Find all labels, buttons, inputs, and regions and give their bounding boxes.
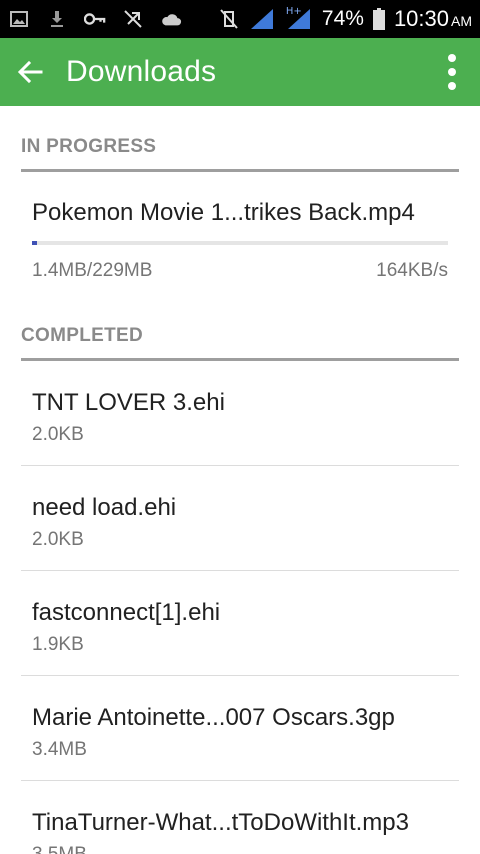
list-item[interactable]: TNT LOVER 3.ehi 2.0KB <box>21 361 459 466</box>
no-data-icon <box>122 8 144 30</box>
battery-icon <box>372 8 386 30</box>
file-name: TNT LOVER 3.ehi <box>32 389 225 416</box>
app-bar: Downloads <box>0 38 480 106</box>
downloads-content: IN PROGRESS Pokemon Movie 1...trikes Bac… <box>0 106 480 854</box>
completed-list: TNT LOVER 3.ehi 2.0KB need load.ehi 2.0K… <box>21 361 459 854</box>
network-type-label: H+ <box>285 6 302 17</box>
download-progress-fill <box>32 241 37 245</box>
image-icon <box>8 8 30 30</box>
page-title: Downloads <box>66 55 217 88</box>
download-file-name: Pokemon Movie 1...trikes Back.mp4 <box>32 199 415 226</box>
download-meta: 1.4MB/229MB 164KB/s <box>32 260 448 282</box>
download-amount: 1.4MB/229MB <box>32 260 153 281</box>
key-icon <box>84 8 106 30</box>
more-vert-icon-dot <box>448 68 456 76</box>
file-name: fastconnect[1].ehi <box>32 599 221 626</box>
more-vert-icon-dot <box>448 82 456 90</box>
notification-icons <box>8 0 182 38</box>
list-item[interactable]: TinaTurner-What...tToDoWithIt.mp3 3.5MB <box>21 781 459 854</box>
system-status: H+ 74% 10:30 AM <box>218 0 472 38</box>
clock: 10:30 AM <box>394 6 472 32</box>
file-size: 3.4MB <box>32 739 87 760</box>
completed-header: COMPLETED <box>21 282 459 361</box>
overflow-menu-button[interactable] <box>424 38 480 106</box>
status-bar: H+ 74% 10:30 AM <box>0 0 480 38</box>
file-size: 3.5MB <box>32 844 448 854</box>
file-size: 2.0KB <box>32 424 84 445</box>
in-progress-item[interactable]: Pokemon Movie 1...trikes Back.mp4 1.4MB/… <box>32 172 448 282</box>
download-progress-bar <box>32 241 448 245</box>
battery-percent: 74% <box>321 7 364 30</box>
download-icon <box>46 8 68 30</box>
list-item[interactable]: need load.ehi 2.0KB <box>21 466 459 571</box>
clock-time: 10:30 <box>393 6 449 31</box>
in-progress-header: IN PROGRESS <box>21 106 459 172</box>
file-name: TinaTurner-What...tToDoWithIt.mp3 <box>32 809 409 836</box>
back-arrow-icon <box>17 60 43 84</box>
signal-icon: H+ <box>284 6 314 30</box>
list-item[interactable]: fastconnect[1].ehi 1.9KB <box>21 571 459 676</box>
download-speed: 164KB/s <box>376 260 448 281</box>
more-vert-icon <box>448 54 456 62</box>
file-name: Marie Antoinette...007 Oscars.3gp <box>32 704 395 731</box>
signal-icon <box>248 8 276 30</box>
vibrate-icon <box>218 8 240 30</box>
file-name: need load.ehi <box>32 494 177 521</box>
clock-ampm: AM <box>451 13 472 29</box>
file-size: 1.9KB <box>32 634 84 655</box>
cloud-icon <box>160 8 182 30</box>
back-button[interactable] <box>0 38 60 106</box>
list-item[interactable]: Marie Antoinette...007 Oscars.3gp 3.4MB <box>21 676 459 781</box>
file-size: 2.0KB <box>32 529 84 550</box>
